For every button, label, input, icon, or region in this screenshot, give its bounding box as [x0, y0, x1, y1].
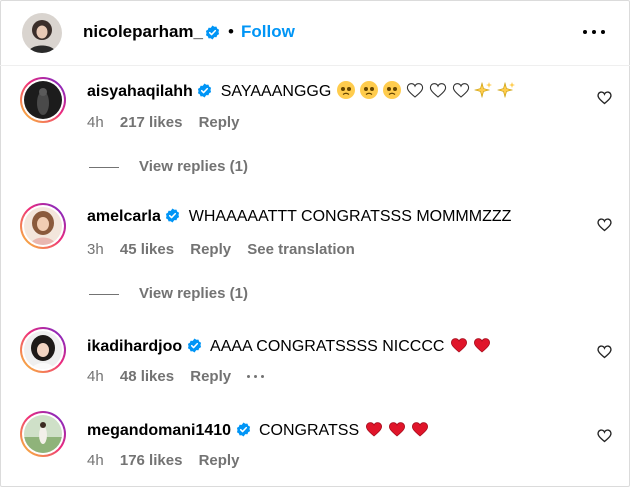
verified-badge-icon — [205, 25, 220, 40]
comment-body: ikadihardjoo AAAA CONGRATSSSS NICCCC — [87, 335, 495, 356]
comment-text: WHAAAAATTT CONGRATSSS MOMMMZZZ — [188, 208, 512, 225]
like-heart-icon[interactable] — [596, 343, 613, 360]
comment-likes[interactable]: 48 likes — [120, 368, 174, 385]
view-replies-label: View replies (1) — [139, 285, 248, 302]
verified-badge-icon — [187, 338, 201, 353]
view-replies-label: View replies (1) — [139, 158, 248, 175]
commenter-avatar[interactable] — [20, 203, 66, 249]
commenter-username[interactable]: aisyahaqilahh — [87, 83, 193, 100]
red-heart-emoji-icon — [473, 338, 490, 353]
verified-badge-icon — [166, 208, 180, 223]
red-heart-emoji-icon — [411, 422, 428, 437]
comment-text: CONGRATSS — [258, 422, 360, 439]
reply-button[interactable]: Reply — [190, 241, 231, 258]
reply-button[interactable]: Reply — [190, 368, 231, 385]
like-heart-icon[interactable] — [596, 427, 613, 444]
reply-button[interactable]: Reply — [199, 452, 240, 469]
commenter-username[interactable]: ikadihardjoo — [87, 338, 182, 355]
commenter-username[interactable]: amelcarla — [87, 208, 161, 225]
sparkles-emoji-icon — [496, 81, 515, 99]
white-heart-emoji-icon — [429, 83, 446, 98]
comment-body: megandomani1410 CONGRATSS — [87, 419, 433, 440]
post-header: nicoleparham_ • Follow — [0, 0, 630, 66]
comment-meta: 4h 176 likes Reply — [87, 452, 251, 469]
red-heart-emoji-icon — [365, 422, 382, 437]
pleading-face-emoji-icon — [359, 81, 378, 99]
commenter-avatar[interactable] — [20, 411, 66, 457]
comment-options-icon[interactable] — [247, 375, 267, 379]
comment-likes[interactable]: 217 likes — [120, 114, 183, 131]
white-heart-emoji-icon — [406, 83, 423, 98]
comment-body: aisyahaqilahh SAYAAANGGG — [87, 80, 520, 101]
comment-time: 3h — [87, 241, 104, 258]
see-translation-button[interactable]: See translation — [247, 241, 355, 258]
replies-divider — [89, 293, 119, 295]
follow-button[interactable]: Follow — [241, 22, 295, 42]
sparkles-emoji-icon — [473, 81, 492, 99]
more-options-icon[interactable] — [583, 30, 607, 38]
verified-badge-icon — [198, 83, 212, 98]
verified-badge-icon — [236, 422, 250, 437]
like-heart-icon[interactable] — [596, 89, 613, 106]
commenter-avatar[interactable] — [20, 327, 66, 373]
comment-time: 4h — [87, 114, 104, 131]
commenter-username[interactable]: megandomani1410 — [87, 422, 231, 439]
header-separator: • — [228, 22, 234, 41]
commenter-avatar[interactable] — [20, 77, 66, 123]
pleading-face-emoji-icon — [336, 81, 355, 99]
comment-meta: 4h 217 likes Reply — [87, 114, 251, 131]
author-username[interactable]: nicoleparham_ — [83, 22, 203, 42]
red-heart-emoji-icon — [450, 338, 467, 353]
white-heart-emoji-icon — [452, 83, 469, 98]
comment-text: AAAA CONGRATSSSS NICCCC — [210, 338, 445, 355]
comment-likes[interactable]: 45 likes — [120, 241, 174, 258]
red-heart-emoji-icon — [388, 422, 405, 437]
pleading-face-emoji-icon — [382, 81, 401, 99]
reply-button[interactable]: Reply — [199, 114, 240, 131]
author-avatar[interactable] — [22, 13, 62, 53]
view-replies-button[interactable]: View replies (1) — [89, 158, 248, 175]
comment-meta: 3h 45 likes Reply See translation — [87, 241, 367, 258]
comment-likes[interactable]: 176 likes — [120, 452, 183, 469]
comment-text: SAYAAANGGG — [220, 83, 332, 100]
comment-time: 4h — [87, 452, 104, 469]
view-replies-button[interactable]: View replies (1) — [89, 285, 248, 302]
comment-body: amelcarla WHAAAAATTT CONGRATSSS MOMMMZZZ — [87, 208, 511, 226]
comment-meta: 4h 48 likes Reply — [87, 368, 279, 385]
comment-time: 4h — [87, 368, 104, 385]
like-heart-icon[interactable] — [596, 216, 613, 233]
replies-divider — [89, 166, 119, 168]
